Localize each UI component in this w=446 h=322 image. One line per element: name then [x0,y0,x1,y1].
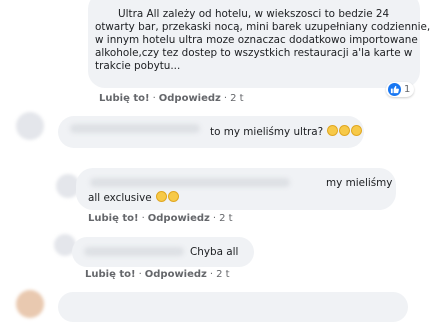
comment-bubble-1: Ultra All zależy od hotelu, w wiekszosci… [88,0,430,88]
comment-bubble-5 [58,292,408,322]
separator-dot: · [209,269,214,280]
timestamp[interactable]: 2 t [230,93,243,104]
thumbs-up-icon [388,83,401,96]
like-link[interactable]: Lubię to! [85,269,136,280]
separator-dot: · [141,213,145,224]
reaction-count: 1 [404,84,411,95]
comment-actions-1: Lubię to! · Odpowiedz · 2 t [99,93,244,104]
reply-link[interactable]: Odpowiedz [148,213,210,224]
like-link[interactable]: Lubię to! [99,93,150,104]
like-link[interactable]: Lubię to! [88,213,139,224]
author-name-redacted [84,247,184,256]
comment-actions-3: Lubię to! · Odpowiedz · 2 t [88,213,233,224]
reply-link[interactable]: Odpowiedz [159,93,221,104]
comment-text-line: alkohole,czy tez dostep to wszystkich re… [95,47,413,59]
separator-dot: · [152,93,156,104]
separator-dot: · [223,93,228,104]
author-name-redacted [70,124,200,133]
grinning-face-emoji [155,191,167,202]
timestamp[interactable]: 2 t [219,213,232,224]
reaction-summary[interactable]: 1 [386,82,415,97]
comment-text-line: all exclusive [88,191,179,205]
smiling-face-emoji [167,191,179,202]
comment-text-line: otwarty bar, przekaski nocą, mini barek … [95,21,431,33]
reply-link[interactable]: Odpowiedz [145,269,207,280]
comment-bubble-2: to my mieliśmy ultra? [58,116,364,148]
thinking-face-emoji [351,125,363,136]
comment-text-line: w innym hotelu ultra moze oznaczac dodat… [95,34,418,46]
comment-actions-4: Lubię to! · Odpowiedz · 2 t [85,269,230,280]
separator-dot: · [138,269,142,280]
comment-bubble-3: my mieliśmy all exclusive [76,168,396,210]
comment-text-line: Ultra All zależy od hotelu, w wiekszosci… [118,8,390,20]
comment-text: Chyba all [190,246,239,258]
comment-text-line: trakcie pobytu... [95,60,181,72]
separator-dot: · [212,213,217,224]
timestamp[interactable]: 2 t [216,269,229,280]
avatar[interactable] [16,112,44,140]
author-name-redacted [90,178,290,187]
thinking-face-emoji [327,125,339,136]
avatar[interactable] [16,290,44,318]
comment-text-line: my mieliśmy [326,177,393,189]
thinking-face-emoji [339,125,351,136]
comment-text: to my mieliśmy ultra? [210,125,363,139]
comment-bubble-4: Chyba all [72,237,254,267]
